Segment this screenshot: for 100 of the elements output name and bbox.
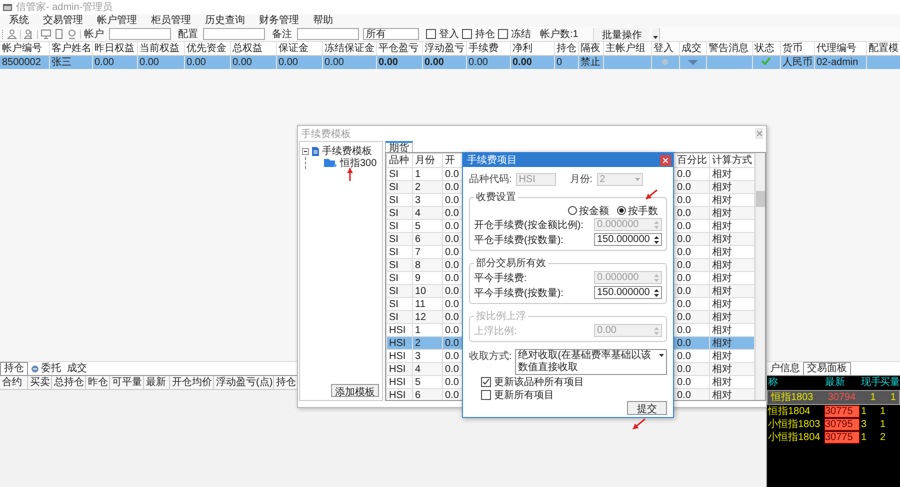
table-cell[interactable]: SI <box>386 310 412 324</box>
table-cell-text: 3 <box>860 418 868 431</box>
checkbox[interactable] <box>498 29 508 39</box>
close-icon <box>663 158 668 162</box>
column-header[interactable]: 浮动盈亏(点) <box>214 376 274 389</box>
table-cell: 相对 <box>710 206 754 220</box>
menu-item[interactable]: 系统 <box>2 14 36 27</box>
table-cell: 相对 <box>710 194 754 206</box>
table-cell[interactable]: SI <box>386 232 412 246</box>
column-header[interactable]: 买卖 <box>28 376 52 389</box>
table-cell[interactable]: HSI <box>386 376 412 388</box>
group-title: 部分交易所有效 <box>475 256 547 270</box>
scrollbar[interactable] <box>755 153 765 400</box>
collapse-icon[interactable] <box>302 148 309 154</box>
text-field[interactable] <box>297 28 359 40</box>
users-icon[interactable] <box>24 29 34 39</box>
column-header[interactable]: 月份 <box>412 154 442 168</box>
table-cell[interactable]: SI <box>386 298 412 310</box>
batch-button[interactable]: 批量操作 <box>593 28 650 40</box>
quote-row[interactable]: 恒指1804 30775 1 1 <box>767 405 900 418</box>
column-header[interactable]: 开 <box>442 154 462 168</box>
tree-item[interactable]: 恒指300 <box>340 156 377 170</box>
monitor-icon[interactable] <box>41 29 51 39</box>
table-cell[interactable]: HSI <box>386 336 412 350</box>
radio-button[interactable]: 按金额 <box>568 204 609 218</box>
app-icon <box>3 4 12 10</box>
price-cell: 30775 <box>824 405 860 418</box>
mode-select[interactable]: 绝对收取(在基础费率基础以该数值直接收取 <box>514 349 667 375</box>
quote-row[interactable]: 恒指1803 30794 1 1 <box>767 390 900 405</box>
table-cell[interactable]: HSI <box>386 324 412 336</box>
field-label: 上浮比例: <box>474 324 518 338</box>
column-header[interactable]: 品种 <box>386 154 412 168</box>
table-cell: 相对 <box>710 336 754 350</box>
menu-item[interactable]: 帐户管理 <box>90 14 144 27</box>
menu-item[interactable]: 历史查询 <box>198 14 252 27</box>
panel-tab[interactable]: 委托 <box>28 363 64 375</box>
close-button[interactable] <box>660 154 671 166</box>
user-icon[interactable] <box>7 29 17 39</box>
table-cell[interactable]: SI <box>386 258 412 272</box>
document-icon[interactable] <box>54 29 64 39</box>
menu-item[interactable]: 柜员管理 <box>144 14 198 27</box>
table-cell[interactable]: SI <box>386 168 412 180</box>
account-row[interactable]: 8500002 张三 0.00 0.00 0.00 0.00 0.00 0.00 0.00 0.00 0.00 0.00 0 禁止 人民币 02-admin <box>0 56 900 69</box>
table-cell[interactable]: HSI <box>386 362 412 376</box>
funnel-icon <box>688 60 698 65</box>
table-cell: 相对 <box>710 298 754 310</box>
table-cell: 相对 <box>710 258 754 272</box>
radio-button[interactable]: 按手数 <box>617 204 658 218</box>
panel-tab[interactable]: 交易面板 <box>803 362 851 375</box>
menu-item[interactable]: 帮助 <box>306 14 340 27</box>
table-cell: 相对 <box>710 220 754 232</box>
filter-field[interactable]: 所有 <box>363 28 419 40</box>
column-header[interactable]: 计算方式 <box>710 154 754 168</box>
caret-icon <box>659 354 664 357</box>
field-label: 平今手续费(按数量): <box>474 286 564 300</box>
account-count: 帐户数:1 <box>540 28 578 41</box>
table-cell[interactable]: HSI <box>386 388 412 400</box>
table-cell: 相对 <box>710 232 754 246</box>
column-header: 称 <box>767 376 779 390</box>
checkbox[interactable] <box>426 29 436 39</box>
column-header[interactable]: 最新 <box>144 376 170 389</box>
checkbox[interactable] <box>481 390 491 400</box>
table-cell-text: 小恒指1804 <box>767 431 822 444</box>
tree-item[interactable]: 手续费模板 <box>322 144 372 158</box>
text-field[interactable] <box>203 28 265 40</box>
dropdown-button[interactable] <box>652 28 660 40</box>
add-template-button[interactable]: 添加模板 <box>331 384 379 397</box>
number-field[interactable]: 150.000000 <box>594 233 662 246</box>
panel-tab[interactable]: 成交 <box>64 363 90 375</box>
spinner-arrows-icon[interactable] <box>654 236 659 244</box>
table-cell[interactable]: SI <box>386 206 412 220</box>
spinner-arrows-icon[interactable] <box>654 288 659 296</box>
table-cell[interactable]: SI <box>386 284 412 298</box>
caret-icon <box>634 178 640 180</box>
table-cell: 相对 <box>710 246 754 258</box>
table-cell[interactable]: SI <box>386 220 412 232</box>
user-icon[interactable] <box>67 29 77 39</box>
quote-row[interactable]: 小恒指1804 30775 1 2 <box>767 431 900 444</box>
number-field[interactable]: 150.000000 <box>594 286 662 299</box>
table-cell[interactable]: SI <box>386 246 412 258</box>
column-header[interactable]: 合约 <box>0 376 28 389</box>
column-header[interactable]: 可平量 <box>110 376 144 389</box>
panel-tab[interactable]: 户信息 <box>767 363 803 375</box>
table-cell[interactable]: SI <box>386 194 412 206</box>
column-header[interactable]: 昨仓 <box>86 376 110 389</box>
menu-item[interactable]: 交易管理 <box>36 14 90 27</box>
close-button[interactable] <box>755 128 763 139</box>
table-cell[interactable]: SI <box>386 272 412 284</box>
checkbox[interactable] <box>481 377 491 387</box>
field-label: 月份: <box>570 173 593 186</box>
quote-row[interactable]: 小恒指1803 30795 3 1 <box>767 418 900 431</box>
checkbox[interactable] <box>462 29 472 39</box>
column-header[interactable]: 总持仓 <box>52 376 86 389</box>
text-field[interactable] <box>109 28 171 40</box>
table-cell[interactable]: HSI <box>386 350 412 362</box>
column-header[interactable]: 开仓均价 <box>170 376 214 389</box>
submit-button[interactable]: 提交 <box>627 401 667 415</box>
menu-item[interactable]: 财务管理 <box>252 14 306 27</box>
panel-tab[interactable]: 持仓 <box>0 362 28 375</box>
table-cell[interactable]: SI <box>386 180 412 194</box>
